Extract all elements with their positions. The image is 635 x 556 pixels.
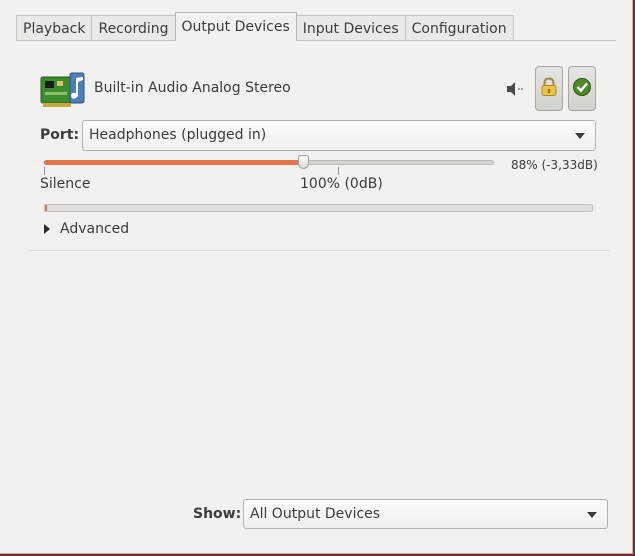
expander-arrow-icon [44, 224, 50, 234]
advanced-expander[interactable]: Advanced [44, 221, 129, 237]
tab-input-devices[interactable]: Input Devices [295, 15, 406, 41]
tab-configuration[interactable]: Configuration [404, 15, 514, 41]
speaker-muted-icon[interactable] [505, 80, 525, 98]
dropdown-arrow-icon [575, 133, 585, 139]
port-dropdown[interactable]: Headphones (plugged in) [82, 120, 596, 151]
tab-bar: Playback Recording Output Devices Input … [16, 12, 514, 41]
tab-playback[interactable]: Playback [16, 15, 93, 41]
port-label: Port: [40, 127, 80, 143]
dropdown-arrow-icon [587, 512, 597, 518]
pulseaudio-volume-control-window: Playback Recording Output Devices Input … [0, 0, 633, 554]
set-as-default-button[interactable] [568, 66, 596, 111]
sound-card-icon [40, 67, 88, 109]
volume-readout: 88% (-3,33dB) [511, 158, 598, 172]
peak-level-meter [44, 204, 593, 212]
lock-channels-button[interactable] [535, 66, 563, 111]
tab-output-devices[interactable]: Output Devices [174, 12, 297, 41]
volume-slider-fill [44, 160, 303, 165]
lock-icon [540, 76, 558, 101]
show-label: Show: [193, 506, 242, 522]
port-value: Headphones (plugged in) [89, 127, 267, 143]
slider-mark-silence: Silence [40, 176, 91, 192]
tick-silence [44, 167, 45, 175]
show-dropdown[interactable]: All Output Devices [243, 499, 608, 529]
show-value: All Output Devices [250, 506, 381, 522]
volume-slider-handle[interactable] [297, 155, 309, 169]
device-name: Built-in Audio Analog Stereo [94, 80, 291, 96]
tab-recording[interactable]: Recording [91, 15, 176, 41]
tab-divider [16, 40, 616, 41]
checkmark-icon [572, 77, 592, 101]
slider-mark-100: 100% (0dB) [300, 176, 383, 192]
tick-100-percent [338, 167, 339, 175]
advanced-label: Advanced [60, 221, 130, 237]
peak-level-fill [45, 205, 47, 211]
device-separator [28, 250, 609, 251]
